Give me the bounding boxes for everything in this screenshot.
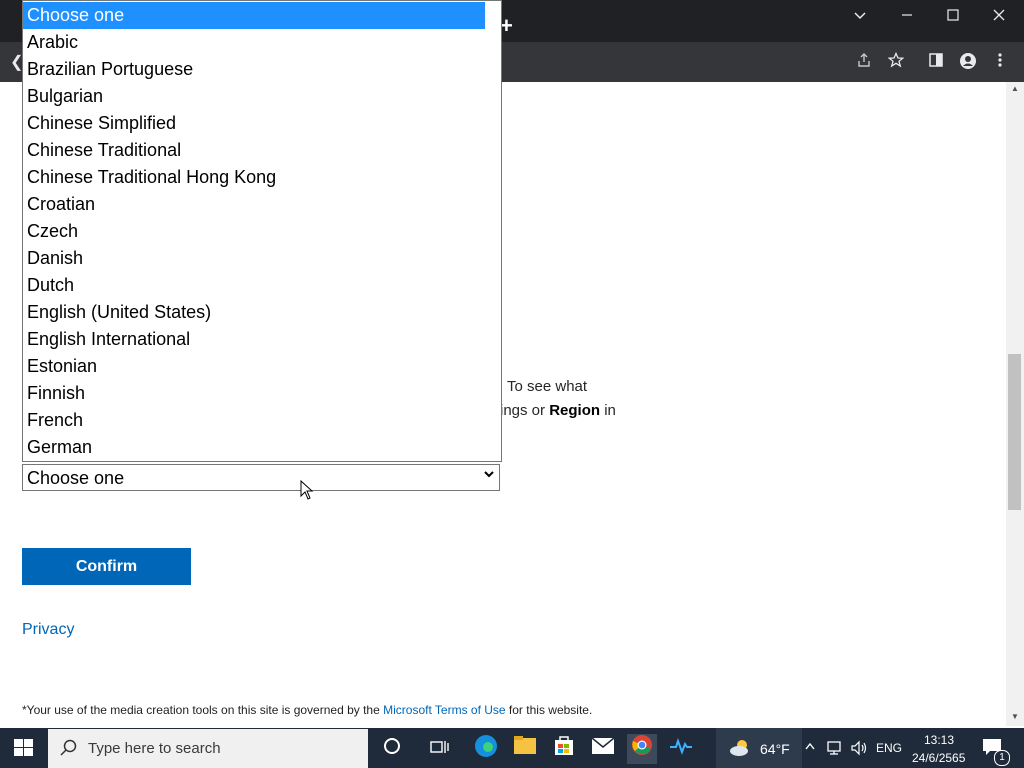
- windows-start-icon[interactable]: [14, 739, 34, 762]
- input-language[interactable]: ENG: [876, 741, 902, 755]
- file-explorer-icon[interactable]: [510, 734, 540, 764]
- weather-cloud-icon: [728, 738, 752, 763]
- dropdown-option[interactable]: English International: [23, 326, 485, 353]
- clock-time[interactable]: 13:13: [924, 733, 954, 747]
- dropdown-option[interactable]: Arabic: [23, 29, 485, 56]
- dropdown-option[interactable]: Dutch: [23, 272, 485, 299]
- dropdown-option[interactable]: Finnish: [23, 380, 485, 407]
- task-view-icon[interactable]: [425, 734, 455, 764]
- search-icon: [60, 739, 78, 762]
- edge-icon[interactable]: [471, 734, 501, 764]
- profile-icon[interactable]: [956, 52, 980, 72]
- side-panel-icon[interactable]: [924, 52, 948, 72]
- tab-search-icon[interactable]: [845, 8, 875, 28]
- menu-icon[interactable]: [988, 52, 1012, 72]
- notification-badge: 1: [994, 750, 1010, 766]
- store-icon[interactable]: [549, 734, 579, 764]
- dropdown-option[interactable]: Estonian: [23, 353, 485, 380]
- instructions-text-line2: ings or Region in: [500, 402, 616, 419]
- star-icon[interactable]: [884, 51, 908, 72]
- chrome-icon[interactable]: [627, 734, 657, 764]
- dropdown-option[interactable]: Chinese Simplified: [23, 110, 485, 137]
- close-icon[interactable]: [984, 8, 1014, 28]
- dropdown-option[interactable]: Brazilian Portuguese: [23, 56, 485, 83]
- mouse-cursor-icon: [300, 479, 314, 500]
- volume-icon[interactable]: [850, 740, 868, 761]
- weather-temperature: 64°F: [760, 741, 790, 757]
- language-select-value: Choose one: [27, 468, 125, 488]
- minimize-icon[interactable]: [892, 8, 922, 28]
- dropdown-option[interactable]: Bulgarian: [23, 83, 485, 110]
- cortana-icon[interactable]: [377, 734, 407, 764]
- dropdown-option[interactable]: Chinese Traditional Hong Kong: [23, 164, 485, 191]
- dropdown-option[interactable]: Czech: [23, 218, 485, 245]
- scroll-down-icon[interactable]: ▼: [1008, 712, 1022, 721]
- instructions-text-line1: To see what: [507, 378, 588, 395]
- dropdown-option[interactable]: English (United States): [23, 299, 485, 326]
- chevron-down-icon: [483, 468, 495, 483]
- dropdown-option[interactable]: Choose one: [23, 2, 485, 29]
- health-app-icon[interactable]: [666, 734, 696, 764]
- share-icon[interactable]: [852, 52, 876, 72]
- mail-icon[interactable]: [588, 734, 618, 764]
- footer-note: *Your use of the media creation tools on…: [22, 703, 593, 717]
- scroll-up-icon[interactable]: ▲: [1008, 84, 1022, 93]
- dropdown-option[interactable]: Chinese Traditional: [23, 137, 485, 164]
- language-dropdown-list: Choose one Arabic Brazilian Portuguese Bulg…: [22, 0, 502, 462]
- chevron-up-icon[interactable]: [804, 740, 816, 754]
- dropdown-option[interactable]: Danish: [23, 245, 485, 272]
- dropdown-option[interactable]: German: [23, 434, 485, 461]
- terms-of-use-link[interactable]: Microsoft Terms of Use: [383, 703, 505, 717]
- network-icon[interactable]: [826, 740, 844, 761]
- taskbar-search-placeholder: Type here to search: [88, 740, 221, 757]
- page-scrollbar-thumb[interactable]: [1008, 354, 1021, 510]
- clock-date[interactable]: 24/6/2565: [912, 751, 965, 765]
- confirm-button[interactable]: Confirm: [22, 548, 191, 585]
- dropdown-option[interactable]: Croatian: [23, 191, 485, 218]
- dropdown-option[interactable]: French: [23, 407, 485, 434]
- privacy-link[interactable]: Privacy: [22, 621, 74, 639]
- maximize-icon[interactable]: [938, 8, 968, 28]
